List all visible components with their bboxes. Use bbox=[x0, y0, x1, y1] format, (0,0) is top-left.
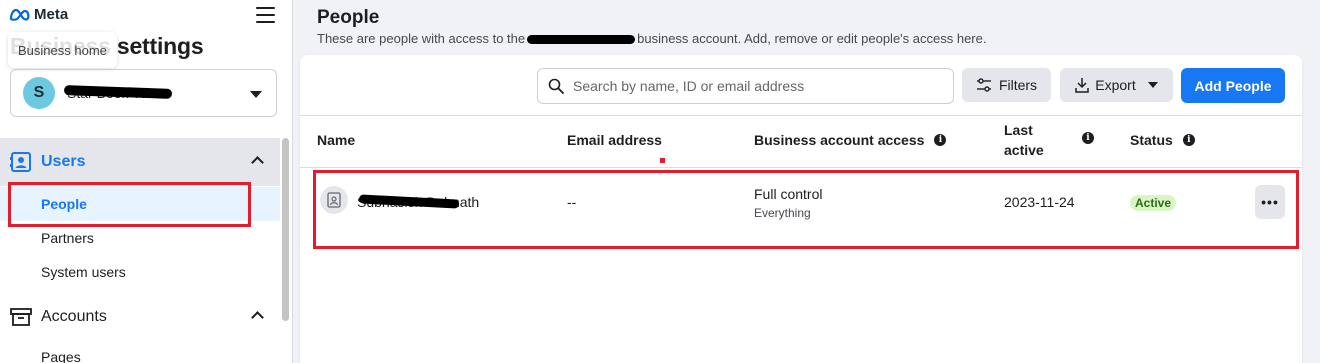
search-input[interactable] bbox=[573, 78, 943, 94]
header-divider bbox=[300, 167, 1302, 168]
meta-logo-icon bbox=[9, 8, 30, 21]
column-header-last-active[interactable]: Last active bbox=[1004, 120, 1044, 160]
column-header-status[interactable]: Status i bbox=[1130, 132, 1195, 148]
search-box[interactable] bbox=[537, 68, 954, 104]
info-icon-wrap: i bbox=[1082, 132, 1094, 144]
menu-icon[interactable] bbox=[256, 7, 275, 23]
nav-section-accounts[interactable]: Accounts bbox=[0, 293, 280, 341]
meta-logo[interactable]: Meta bbox=[9, 6, 68, 23]
sidebar-item-pages[interactable]: Pages bbox=[0, 340, 280, 363]
column-header-name[interactable]: Name bbox=[317, 132, 355, 148]
toolbar-divider bbox=[300, 115, 1302, 116]
info-icon[interactable]: i bbox=[1182, 134, 1195, 146]
info-icon[interactable]: i bbox=[1082, 132, 1094, 144]
add-people-button[interactable]: Add People bbox=[1181, 68, 1285, 103]
column-header-email[interactable]: Email address bbox=[567, 132, 662, 148]
nav-section-users[interactable]: Users bbox=[0, 138, 280, 186]
sidebar: Meta Business settings Business home S S… bbox=[0, 0, 293, 363]
person-email: -- bbox=[567, 194, 577, 210]
filters-button[interactable]: Filters bbox=[962, 68, 1051, 102]
sidebar-item-partners[interactable]: Partners bbox=[0, 221, 280, 255]
sidebar-item-people[interactable]: People bbox=[0, 187, 280, 221]
info-icon[interactable]: i bbox=[934, 134, 947, 146]
account-name: Star Book Tours bbox=[63, 85, 173, 101]
sidebar-item-system-users[interactable]: System users bbox=[0, 255, 280, 289]
users-icon bbox=[10, 152, 31, 172]
filters-icon bbox=[976, 78, 991, 92]
search-icon bbox=[548, 78, 564, 94]
person-access: Full control bbox=[754, 186, 823, 202]
person-avatar bbox=[320, 186, 348, 214]
redaction-mark bbox=[527, 35, 636, 45]
meta-logo-text: Meta bbox=[34, 6, 69, 23]
caret-down-icon bbox=[1147, 82, 1158, 88]
page-subtitle: These are people with access to the busin… bbox=[317, 31, 987, 46]
export-label: Export bbox=[1095, 77, 1136, 93]
annotation-dot bbox=[660, 158, 665, 163]
export-button[interactable]: Export bbox=[1060, 68, 1173, 102]
people-card: Filters Export Add People Name Email add… bbox=[300, 55, 1302, 363]
sidebar-scrollbar[interactable] bbox=[282, 138, 289, 321]
column-header-access[interactable]: Business account access i bbox=[754, 132, 947, 148]
account-avatar: S bbox=[23, 77, 55, 109]
archive-icon bbox=[10, 308, 32, 326]
status-badge: Active bbox=[1130, 195, 1177, 211]
person-name[interactable]: Subhasish Debnath bbox=[357, 194, 479, 210]
chevron-up-icon[interactable] bbox=[251, 311, 264, 324]
page-title: People bbox=[317, 7, 380, 28]
person-last-active: 2023-11-24 bbox=[1004, 194, 1075, 210]
more-icon[interactable]: ••• bbox=[1255, 185, 1285, 219]
download-icon bbox=[1075, 78, 1090, 93]
person-access-detail: Everything bbox=[754, 206, 811, 220]
id-card-icon bbox=[327, 192, 341, 208]
business-home-tooltip: Business home bbox=[8, 32, 117, 68]
nav-section-label: Accounts bbox=[41, 308, 107, 325]
caret-down-icon bbox=[250, 91, 262, 98]
chevron-up-icon[interactable] bbox=[251, 156, 264, 169]
account-selector[interactable]: S Star Book Tours bbox=[10, 69, 277, 117]
nav-section-label: Users bbox=[41, 153, 86, 170]
filters-label: Filters bbox=[998, 77, 1038, 93]
